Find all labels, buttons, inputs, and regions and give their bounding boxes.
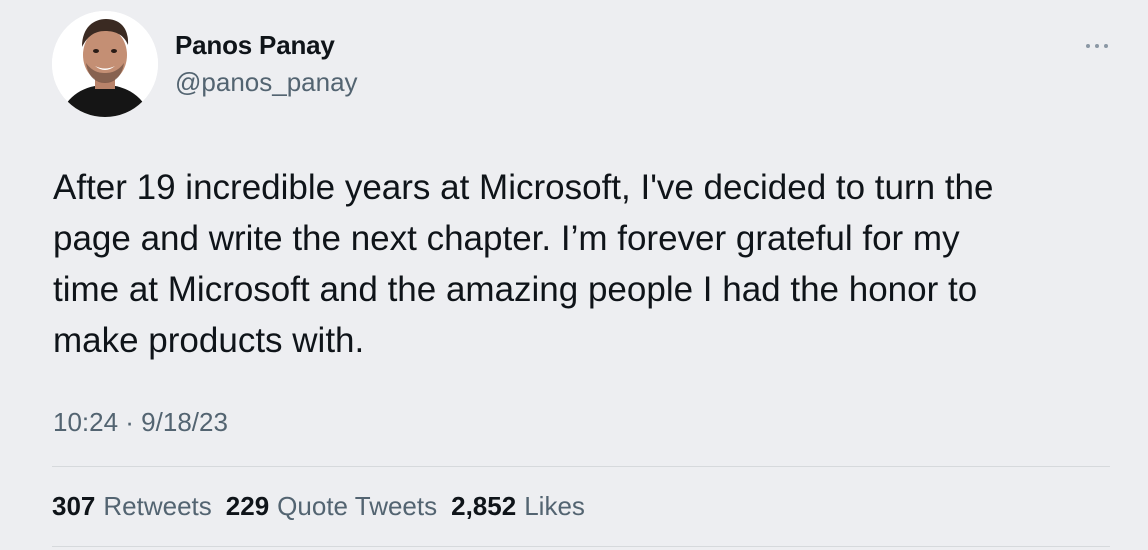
retweets-label: Retweets bbox=[103, 491, 212, 521]
likes-count: 2,852 bbox=[451, 491, 517, 521]
more-options-button[interactable] bbox=[1082, 36, 1112, 56]
quote-tweets-count: 229 bbox=[225, 491, 270, 521]
tweet-text: After 19 incredible years at Microsoft, … bbox=[53, 168, 994, 360]
author-name[interactable]: Panos Panay bbox=[175, 30, 335, 61]
avatar[interactable] bbox=[52, 11, 158, 117]
retweets-count: 307 bbox=[52, 491, 96, 521]
engagement-stats: 307 Retweets 229 Quote Tweets 2,852 Likes bbox=[52, 491, 599, 522]
author-handle[interactable]: @panos_panay bbox=[175, 67, 358, 98]
divider bbox=[52, 466, 1110, 467]
likes-stat[interactable]: 2,852 Likes bbox=[451, 491, 585, 522]
retweets-stat[interactable]: 307 Retweets bbox=[52, 491, 212, 522]
quote-tweets-stat[interactable]: 229 Quote Tweets bbox=[226, 491, 437, 522]
tweet-card: Panos Panay @panos_panay After 19 incred… bbox=[0, 0, 1148, 550]
more-horizontal-icon bbox=[1086, 44, 1108, 48]
user-avatar-photo-icon bbox=[52, 11, 158, 117]
quote-tweets-label: Quote Tweets bbox=[277, 491, 438, 521]
tweet-timestamp[interactable]: 10:24 · 9/18/23 bbox=[53, 407, 228, 438]
divider bbox=[52, 546, 1110, 547]
likes-label: Likes bbox=[524, 491, 585, 521]
